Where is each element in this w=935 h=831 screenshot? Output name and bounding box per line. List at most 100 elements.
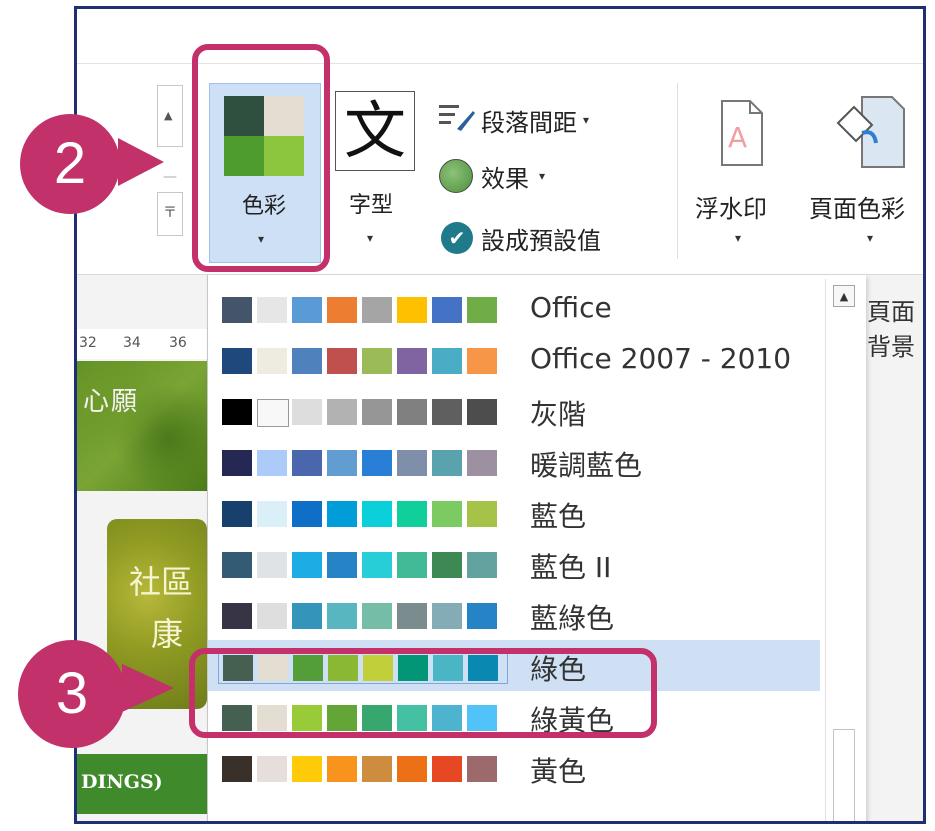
color-swatch xyxy=(432,348,462,374)
color-swatch xyxy=(432,501,462,527)
scroll-up-icon[interactable]: ▲ xyxy=(833,285,855,307)
color-swatch xyxy=(257,348,287,374)
paragraph-spacing-icon xyxy=(439,105,475,131)
watermark-label[interactable]: 浮水印 xyxy=(695,189,767,224)
chevron-down-icon: ▾ xyxy=(735,231,742,245)
theme-color-option[interactable]: 藍綠色 xyxy=(208,589,820,640)
chevron-down-icon: ▾ xyxy=(367,231,374,245)
theme-color-option[interactable]: 暖調藍色 xyxy=(208,436,820,487)
highlight-colors-button xyxy=(192,44,330,272)
banner-text: 心願 xyxy=(83,387,140,417)
color-swatch xyxy=(397,501,427,527)
color-swatch xyxy=(327,552,357,578)
color-swatch xyxy=(467,348,497,374)
theme-color-option[interactable]: 藍色 II xyxy=(208,538,820,589)
callout-pointer xyxy=(122,664,174,712)
color-swatch xyxy=(432,756,462,782)
ruler-mark: 32 xyxy=(79,335,97,351)
color-swatch xyxy=(467,399,497,425)
color-swatch xyxy=(327,399,357,425)
color-swatch xyxy=(362,450,392,476)
color-swatch xyxy=(362,501,392,527)
theme-color-option[interactable]: Office 2007 - 2010 xyxy=(208,334,820,385)
scroll-thumb[interactable] xyxy=(833,729,855,821)
color-swatch xyxy=(222,399,252,425)
tile-text: 康 xyxy=(151,615,184,653)
color-swatch xyxy=(292,399,322,425)
color-swatch xyxy=(467,297,497,323)
color-swatch xyxy=(292,552,322,578)
color-swatch xyxy=(292,603,322,629)
color-swatch xyxy=(222,756,252,782)
color-swatch xyxy=(467,756,497,782)
color-swatch xyxy=(432,297,462,323)
color-swatch-strip xyxy=(218,599,506,631)
theme-color-label: 藍色 II xyxy=(530,551,612,584)
color-swatch xyxy=(292,756,322,782)
spinner-separator: — xyxy=(163,169,177,185)
color-swatch xyxy=(292,450,322,476)
callout-step-3: 3 xyxy=(18,640,126,748)
color-swatch xyxy=(467,501,497,527)
color-swatch xyxy=(222,348,252,374)
effects-label[interactable]: 效果 xyxy=(481,159,529,194)
color-swatch xyxy=(432,552,462,578)
set-default-label[interactable]: 設成預設值 xyxy=(481,221,601,256)
spinner-up-icon[interactable]: ▲ xyxy=(164,109,172,122)
fonts-glyph-icon[interactable]: 文 xyxy=(335,91,415,171)
theme-colors-dropdown: Office Office 2007 - 2010 灰階暖調藍色藍色藍色 II 藍綠色… xyxy=(207,275,866,821)
color-swatch xyxy=(257,399,289,427)
color-swatch xyxy=(327,501,357,527)
ruler-mark: 36 xyxy=(169,335,187,351)
svg-text:A: A xyxy=(728,121,747,154)
fonts-label[interactable]: 字型 xyxy=(349,187,393,219)
color-swatch xyxy=(327,603,357,629)
color-swatch xyxy=(397,552,427,578)
color-swatch xyxy=(257,552,287,578)
callout-pointer xyxy=(118,138,164,186)
color-swatch xyxy=(362,552,392,578)
spinner-options-icon[interactable]: 〒 xyxy=(163,202,177,222)
color-swatch xyxy=(362,603,392,629)
color-swatch xyxy=(222,501,252,527)
color-swatch xyxy=(257,450,287,476)
color-swatch xyxy=(397,756,427,782)
color-swatch xyxy=(397,297,427,323)
callout-step-2: 2 xyxy=(20,114,120,214)
page-color-label[interactable]: 頁面色彩 xyxy=(809,189,905,224)
theme-color-option[interactable]: 灰階 xyxy=(208,385,820,436)
theme-color-label: 暖調藍色 xyxy=(530,449,643,482)
color-swatch-strip xyxy=(218,344,506,376)
color-swatch xyxy=(327,450,357,476)
chevron-down-icon: ▾ xyxy=(539,169,546,183)
color-swatch xyxy=(467,552,497,578)
color-swatch-strip xyxy=(218,752,506,784)
color-swatch xyxy=(327,297,357,323)
color-swatch-strip xyxy=(218,446,506,478)
color-swatch-strip xyxy=(218,548,506,580)
theme-color-label: 黃色 xyxy=(530,755,587,788)
ruler: 32 34 36 xyxy=(77,329,209,359)
color-swatch xyxy=(257,756,287,782)
theme-color-option[interactable]: Office xyxy=(208,283,820,334)
paragraph-spacing-label[interactable]: 段落間距 xyxy=(481,103,577,138)
color-swatch xyxy=(397,450,427,476)
color-swatch-strip xyxy=(218,497,506,529)
ribbon-group-divider xyxy=(677,83,678,259)
theme-color-option[interactable]: 藍色 xyxy=(208,487,820,538)
watermark-icon[interactable]: A xyxy=(718,99,766,167)
color-swatch xyxy=(397,603,427,629)
color-swatch xyxy=(362,348,392,374)
color-swatch xyxy=(222,297,252,323)
page-color-icon[interactable] xyxy=(832,93,922,169)
effects-icon xyxy=(439,159,473,193)
color-swatch xyxy=(397,399,427,425)
highlight-green-theme xyxy=(189,648,657,738)
theme-color-label: 藍綠色 xyxy=(530,602,615,635)
color-swatch xyxy=(222,450,252,476)
color-swatch xyxy=(292,501,322,527)
ruler-mark: 34 xyxy=(123,335,141,351)
theme-color-option[interactable]: 黃色 xyxy=(208,742,820,793)
page-background-group-label: 頁面背景 xyxy=(867,298,915,361)
color-swatch xyxy=(467,450,497,476)
